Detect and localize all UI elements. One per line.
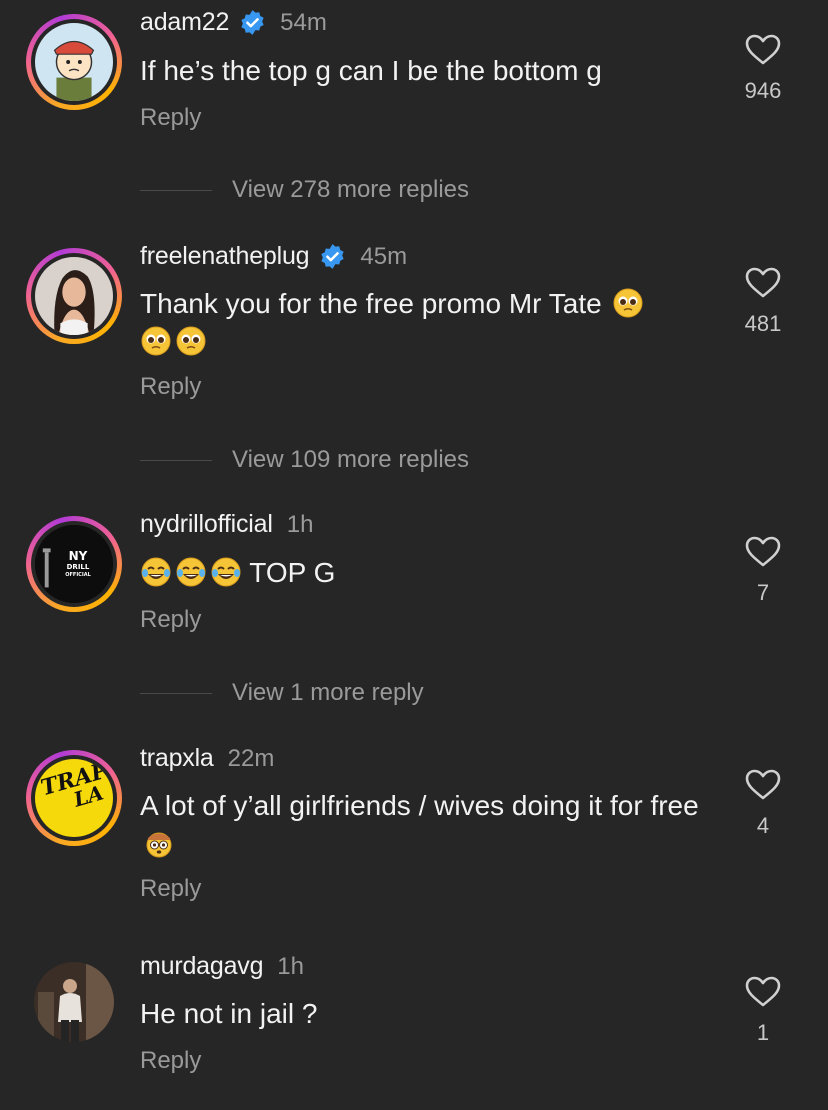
like-count: 7 — [756, 580, 770, 605]
comment-username[interactable]: freelenatheplug — [140, 242, 310, 271]
avatar-story-ring[interactable]: NY DRILL OFFICIAL — [26, 516, 122, 612]
avatar — [34, 962, 114, 1042]
comment-username[interactable]: nydrillofficial — [140, 510, 273, 539]
heart-icon — [745, 536, 781, 567]
avatar — [35, 23, 113, 101]
heart-icon — [745, 976, 781, 1007]
verified-badge-icon — [321, 244, 345, 269]
reply-button[interactable]: Reply — [140, 875, 201, 903]
pleading-face-icon — [175, 325, 207, 357]
reply-button[interactable]: Reply — [140, 1047, 201, 1075]
like-button[interactable]: 7 — [738, 536, 788, 606]
reply-button[interactable]: Reply — [140, 606, 201, 634]
view-more-replies-label: View 278 more replies — [232, 176, 470, 203]
comment-timestamp: 22m — [227, 744, 275, 772]
view-more-replies-label: View 1 more reply — [232, 679, 424, 706]
avatar-story-ring[interactable] — [26, 248, 122, 344]
comment-username[interactable]: murdagavg — [140, 952, 263, 981]
comment-text: He not in jail ? — [140, 998, 318, 1029]
comment-username[interactable]: adam22 — [140, 8, 229, 37]
tears-of-joy-icon — [140, 556, 172, 588]
avatar-text-line: NY — [68, 549, 88, 563]
comment-text-content: TOP G — [249, 557, 336, 588]
avatar-text-line: DRILL — [66, 563, 90, 571]
divider-line — [140, 692, 212, 694]
view-more-replies-button[interactable]: View 109 more replies — [140, 446, 469, 474]
like-button[interactable]: 946 — [738, 34, 788, 104]
avatar — [35, 257, 113, 335]
flushed-face-cowboy-icon — [143, 827, 175, 859]
heart-icon — [745, 34, 781, 65]
comment-text: TOP G — [140, 554, 710, 592]
avatar: NY DRILL OFFICIAL — [35, 525, 113, 603]
like-button[interactable]: 481 — [738, 267, 788, 337]
comment-timestamp: 45m — [360, 242, 408, 270]
like-count: 946 — [744, 78, 782, 103]
tears-of-joy-icon — [175, 556, 207, 588]
comment-username[interactable]: trapxla — [140, 744, 214, 773]
like-count: 1 — [756, 1020, 770, 1045]
like-button[interactable]: 4 — [738, 769, 788, 839]
comment-text: A lot of y’all girlfriends / wives doing… — [140, 787, 710, 863]
comment-timestamp: 1h — [277, 952, 304, 980]
verified-badge-icon — [241, 10, 264, 35]
person-photo-avatar-icon — [34, 962, 114, 1042]
reply-button[interactable]: Reply — [140, 373, 201, 401]
avatar-story-ring[interactable] — [26, 14, 122, 110]
divider-line — [140, 459, 212, 461]
view-more-replies-button[interactable]: View 278 more replies — [140, 176, 469, 204]
woman-photo-avatar-icon — [35, 257, 113, 335]
cartoon-character-avatar-icon — [35, 23, 113, 101]
reply-button[interactable]: Reply — [140, 104, 201, 132]
pleading-face-icon — [612, 287, 644, 319]
view-more-replies-label: View 109 more replies — [232, 446, 470, 473]
comment-text: Thank you for the free promo Mr Tate — [140, 285, 700, 361]
view-more-replies-button[interactable]: View 1 more reply — [140, 679, 424, 707]
like-count: 4 — [756, 813, 770, 838]
comment-text: If he’s the top g can I be the bottom g — [140, 55, 602, 86]
comment-timestamp: 54m — [280, 8, 327, 36]
comment-text-content: A lot of y’all girlfriends / wives doing… — [140, 790, 699, 821]
avatar-story-ring[interactable]: TRAP LA — [26, 750, 122, 846]
avatar: TRAP LA — [35, 759, 113, 837]
avatar-text-line: OFFICIAL — [65, 572, 91, 578]
like-button[interactable]: 1 — [738, 976, 788, 1046]
comment-timestamp: 1h — [286, 510, 314, 538]
avatar-container[interactable] — [34, 962, 114, 1042]
divider-line — [140, 189, 212, 191]
comment-text-content: Thank you for the free promo Mr Tate — [140, 288, 602, 319]
like-count: 481 — [744, 311, 782, 336]
pleading-face-icon — [140, 325, 172, 357]
heart-icon — [745, 769, 781, 800]
heart-icon — [745, 267, 781, 298]
tears-of-joy-icon — [210, 556, 242, 588]
